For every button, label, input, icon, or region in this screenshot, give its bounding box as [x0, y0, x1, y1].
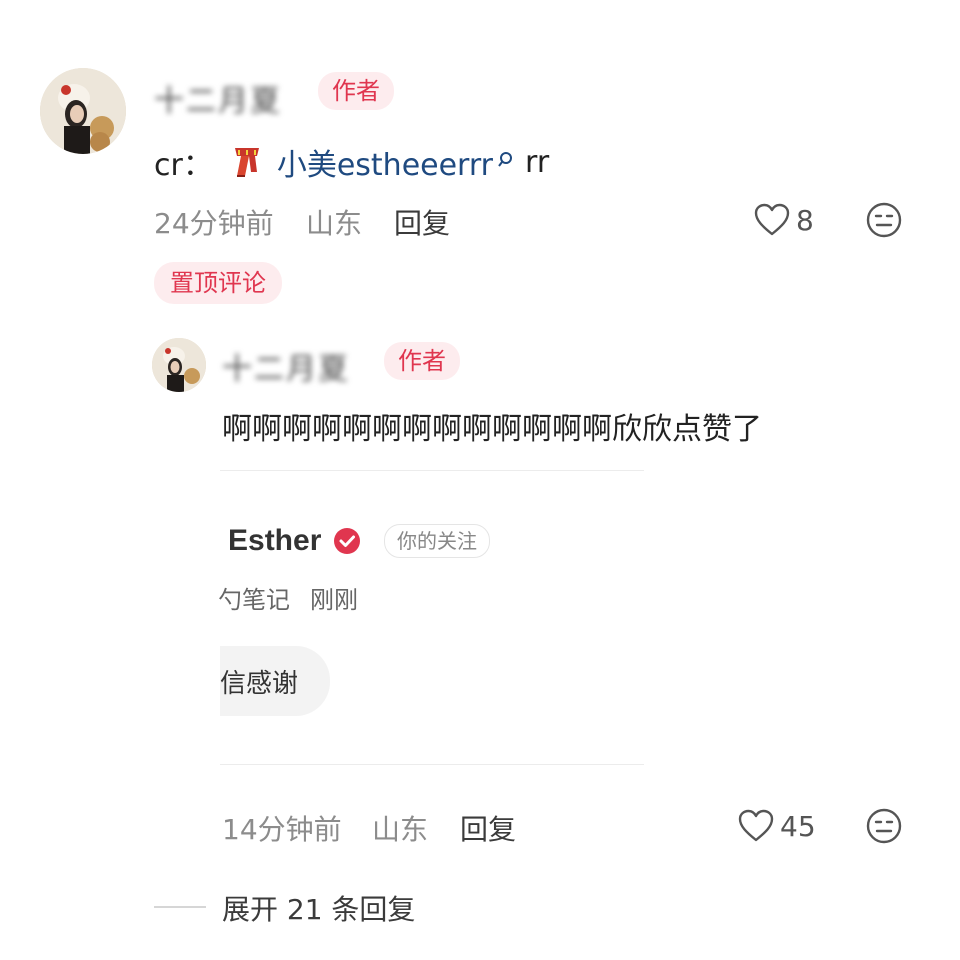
pinned-comment-badge: 置顶评论: [154, 262, 282, 304]
following-badge: 你的关注: [384, 524, 490, 558]
author-badge: 作者: [318, 72, 394, 110]
scarf-icon: [227, 142, 267, 182]
comment-prefix: cr：: [154, 148, 213, 183]
mention-link[interactable]: 小美estheeerrr: [277, 140, 493, 184]
verified-icon: [332, 526, 362, 556]
quote-time: 刚刚: [310, 586, 358, 614]
expand-replies-button[interactable]: 展开 21 条回复: [222, 888, 415, 928]
like-button[interactable]: 8: [752, 200, 814, 240]
quote-message: 信感谢: [220, 668, 299, 699]
search-icon[interactable]: [497, 143, 517, 167]
sticker-icon[interactable]: [864, 200, 904, 240]
comment-suffix: rr: [525, 144, 550, 180]
reply-text: 啊啊啊啊啊啊啊啊啊啊啊啊啊欣欣点赞了: [222, 412, 762, 447]
quote-message-bubble: 信感谢: [220, 646, 330, 716]
reply-like-count: 45: [780, 809, 816, 843]
reply-username[interactable]: 十二月夏: [222, 344, 350, 388]
heart-icon: [752, 200, 792, 240]
quote-card: Esther 你的关注 勺笔记 刚刚 信感谢: [218, 470, 644, 764]
reply-time: 14分钟前: [222, 813, 342, 846]
comment-text: cr： 小美estheeerrr rr: [154, 140, 549, 184]
heart-icon: [736, 806, 776, 846]
quote-author-name: Esther: [228, 524, 322, 557]
like-count: 8: [796, 203, 814, 237]
reply-like-button[interactable]: 45: [736, 806, 816, 846]
reply-avatar[interactable]: [152, 338, 206, 392]
commenter-avatar[interactable]: [40, 68, 126, 154]
reply-reply-button[interactable]: 回复: [460, 808, 516, 848]
comment-time: 24分钟前: [154, 207, 274, 240]
reply-location: 山东: [372, 813, 429, 846]
reply-author-badge: 作者: [384, 342, 460, 380]
reply-button[interactable]: 回复: [394, 202, 450, 242]
comment-location: 山东: [306, 207, 363, 240]
expand-divider-line: [154, 906, 206, 908]
commenter-username[interactable]: 十二月夏: [154, 76, 282, 120]
sticker-icon[interactable]: [864, 806, 904, 846]
quote-bottom-divider: [220, 764, 644, 765]
quote-note-fragment: 勺笔记: [218, 586, 290, 614]
